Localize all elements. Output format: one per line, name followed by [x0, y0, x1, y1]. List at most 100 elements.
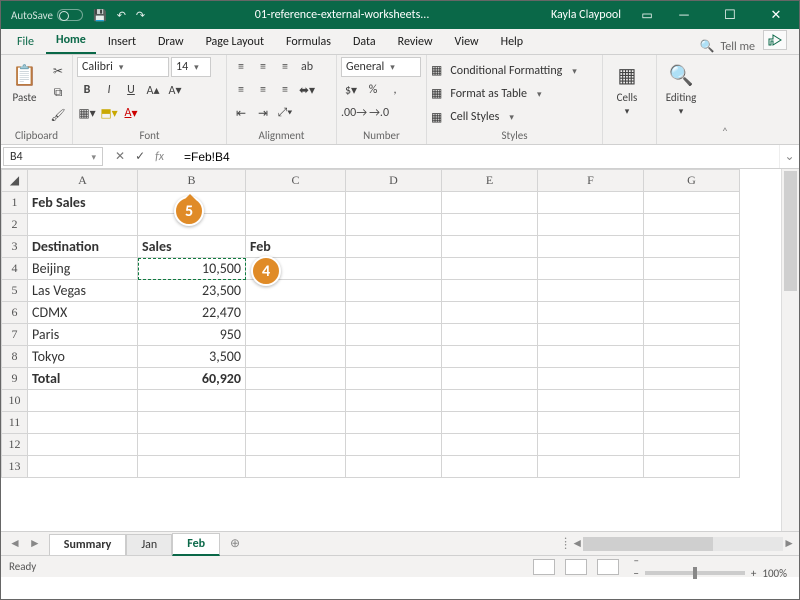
cell[interactable] [28, 412, 138, 434]
cell[interactable] [246, 390, 346, 412]
row-header[interactable]: 13 [2, 456, 28, 478]
cell[interactable] [644, 346, 740, 368]
font-color-button[interactable]: A▾ [121, 103, 141, 123]
row-header[interactable]: 3 [2, 236, 28, 258]
cell[interactable] [644, 236, 740, 258]
format-as-table-button[interactable]: ▦Format as Table [431, 84, 542, 103]
cell[interactable] [346, 236, 442, 258]
zoom-slider[interactable] [645, 571, 745, 575]
increase-decimal-button[interactable]: .00→ [341, 103, 367, 123]
row-header[interactable]: 10 [2, 390, 28, 412]
cell[interactable] [538, 258, 644, 280]
decrease-indent-button[interactable]: ⇤ [231, 103, 251, 123]
formula-input[interactable] [180, 145, 779, 168]
cell[interactable] [644, 302, 740, 324]
cell[interactable] [644, 280, 740, 302]
cell[interactable] [442, 214, 538, 236]
tab-insert[interactable]: Insert [98, 31, 146, 54]
number-format-combo[interactable]: General [341, 57, 421, 77]
orientation-button[interactable]: ⤢▾ [275, 103, 295, 123]
autosave-toggle[interactable]: AutoSave [11, 9, 83, 22]
cell-styles-button[interactable]: ▦Cell Styles [431, 108, 514, 127]
cell[interactable] [346, 258, 442, 280]
collapse-ribbon-button[interactable]: ˄ [715, 55, 735, 144]
comma-button[interactable]: , [385, 80, 405, 100]
cell[interactable] [346, 280, 442, 302]
cell[interactable]: 3,500 [138, 346, 246, 368]
cell[interactable]: Paris [28, 324, 138, 346]
cell[interactable] [346, 324, 442, 346]
cell[interactable]: Destination [28, 236, 138, 258]
cell[interactable] [442, 434, 538, 456]
cut-button[interactable]: ✂ [48, 61, 68, 81]
tell-me-search[interactable]: 🔍 Tell me [700, 39, 755, 54]
increase-indent-button[interactable]: ⇥ [253, 103, 273, 123]
shrink-font-button[interactable]: A▾ [165, 80, 185, 100]
sheet-tab-summary[interactable]: Summary [49, 534, 127, 555]
cell[interactable] [644, 214, 740, 236]
view-layout-button[interactable] [565, 559, 587, 575]
cell[interactable]: Beijing [28, 258, 138, 280]
cell[interactable] [442, 368, 538, 390]
cell[interactable] [538, 412, 644, 434]
cell[interactable] [538, 368, 644, 390]
zoom-in-button[interactable]: + [751, 567, 756, 580]
row-header[interactable]: 7 [2, 324, 28, 346]
editing-menu[interactable]: 🔍Editing▾ [661, 57, 701, 117]
italic-button[interactable]: I [99, 80, 119, 100]
cell[interactable] [538, 236, 644, 258]
bold-button[interactable]: B [77, 80, 97, 100]
copy-button[interactable]: ⧉ [48, 83, 68, 103]
cell[interactable] [442, 456, 538, 478]
redo-icon[interactable]: ↷ [136, 9, 145, 22]
align-center-button[interactable]: ≡ [253, 80, 273, 100]
cell[interactable] [644, 456, 740, 478]
close-button[interactable]: ✕ [753, 1, 799, 29]
cell[interactable] [644, 368, 740, 390]
name-box[interactable]: B4 [3, 147, 103, 166]
cell[interactable] [442, 346, 538, 368]
cell[interactable] [346, 390, 442, 412]
vertical-scrollbar[interactable] [781, 169, 799, 531]
enter-formula-button[interactable]: ✓ [135, 149, 145, 164]
cell[interactable] [246, 302, 346, 324]
tab-review[interactable]: Review [388, 31, 443, 54]
cell[interactable] [346, 434, 442, 456]
row-header[interactable]: 4 [2, 258, 28, 280]
cell-selected[interactable]: 10,500 [138, 258, 246, 280]
spreadsheet-grid[interactable]: ◢ A B C D E F G 1Feb Sales 2 3Destinatio… [1, 169, 740, 478]
cell[interactable] [644, 258, 740, 280]
cell[interactable] [644, 434, 740, 456]
row-header[interactable]: 2 [2, 214, 28, 236]
cell[interactable]: 950 [138, 324, 246, 346]
maximize-button[interactable]: ☐ [707, 1, 753, 29]
cell[interactable] [346, 368, 442, 390]
cell[interactable] [246, 434, 346, 456]
cell[interactable] [246, 456, 346, 478]
align-right-button[interactable]: ≡ [275, 80, 295, 100]
tab-draw[interactable]: Draw [148, 31, 194, 54]
cell[interactable] [346, 192, 442, 214]
col-header[interactable]: C [246, 170, 346, 192]
cell[interactable] [442, 236, 538, 258]
cancel-formula-button[interactable]: ✕ [115, 149, 125, 164]
cell[interactable] [538, 214, 644, 236]
underline-button[interactable]: U [121, 80, 141, 100]
cell[interactable] [28, 456, 138, 478]
cell[interactable] [538, 192, 644, 214]
cell[interactable] [442, 192, 538, 214]
cell[interactable]: 60,920 [138, 368, 246, 390]
sheet-nav-prev[interactable]: ◄ [9, 536, 21, 551]
cell[interactable] [538, 302, 644, 324]
row-header[interactable]: 12 [2, 434, 28, 456]
cell[interactable] [346, 456, 442, 478]
format-painter-button[interactable]: 🖌 [48, 105, 68, 125]
align-top-button[interactable]: ≡ [231, 57, 251, 77]
cell[interactable] [28, 434, 138, 456]
hscroll-right[interactable]: ► [783, 536, 795, 551]
row-header[interactable]: 8 [2, 346, 28, 368]
cell[interactable] [442, 324, 538, 346]
sheet-tab-jan[interactable]: Jan [126, 534, 172, 555]
borders-button[interactable]: ▦▾ [77, 103, 97, 123]
cell[interactable] [442, 280, 538, 302]
